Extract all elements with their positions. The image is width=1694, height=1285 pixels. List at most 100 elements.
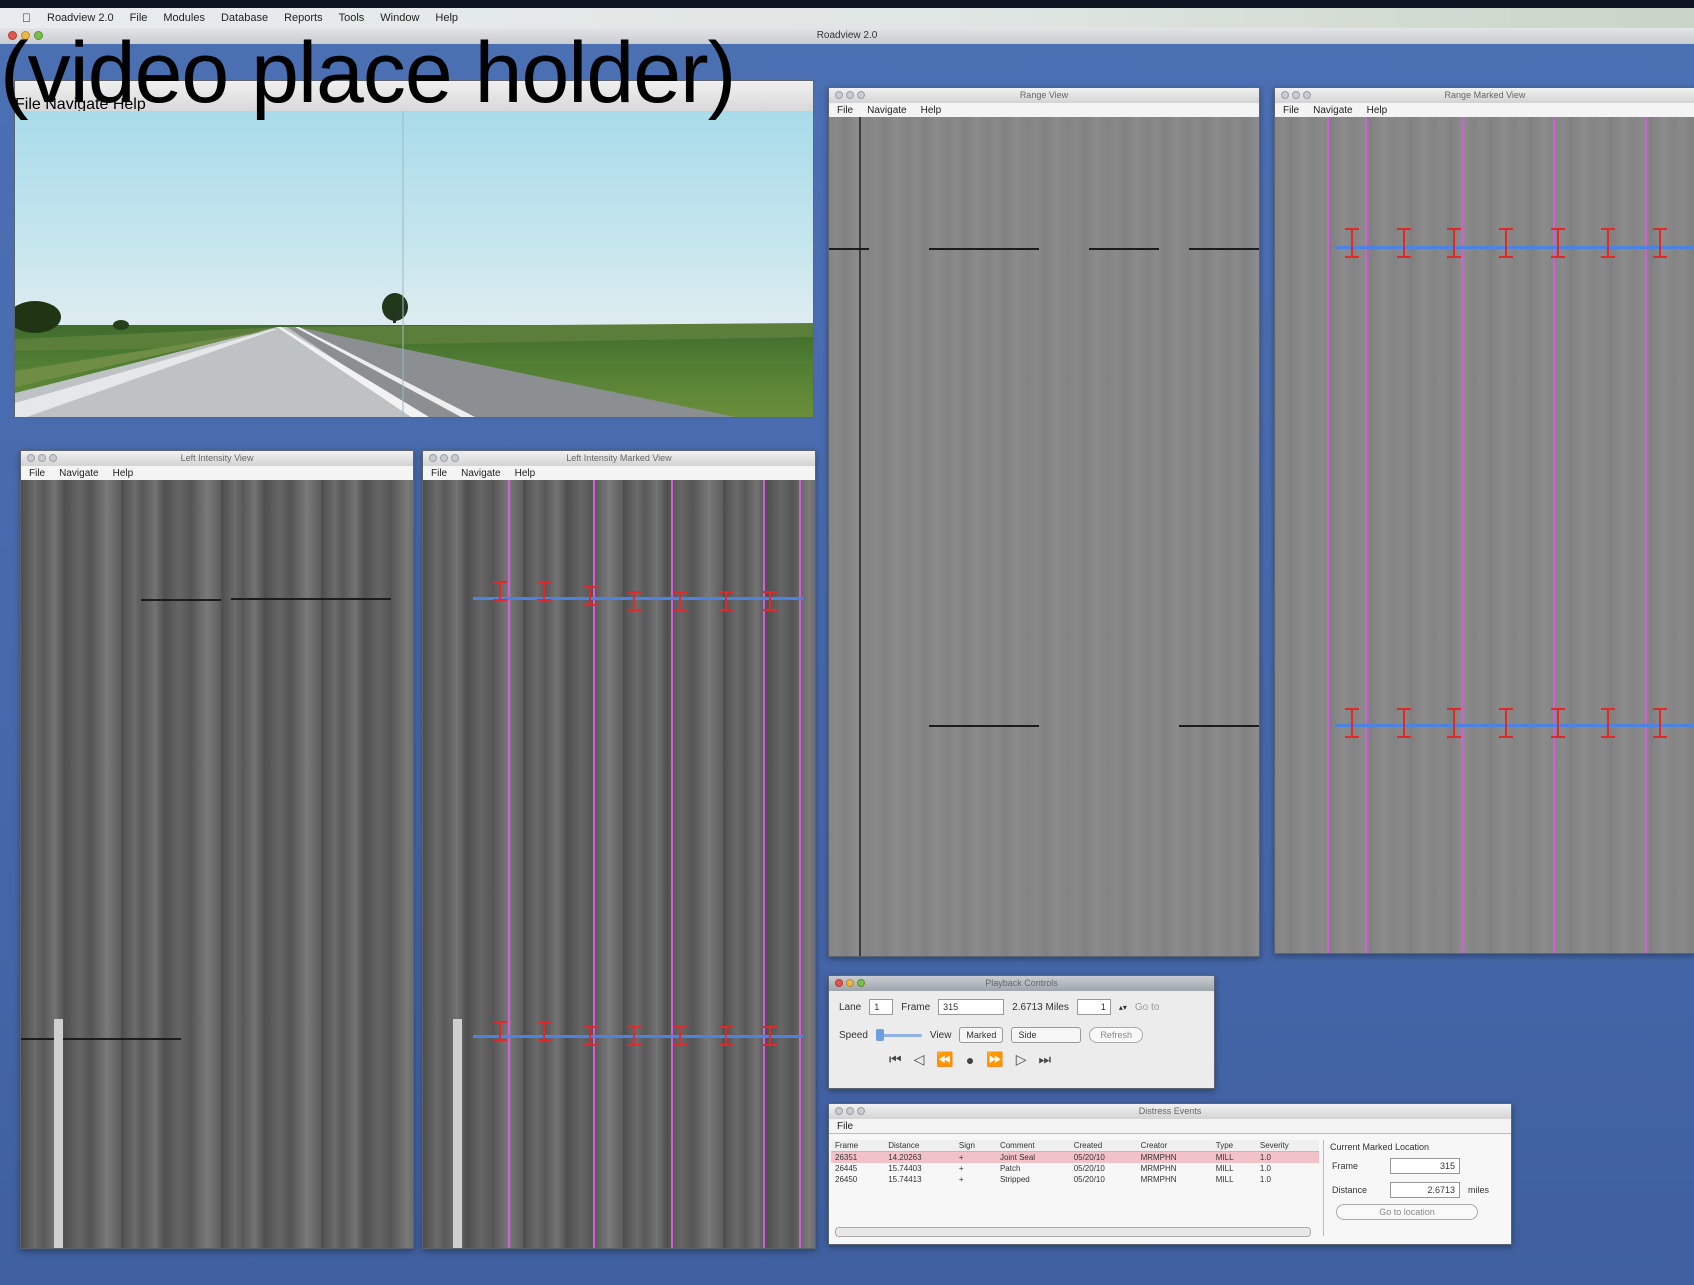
measure-line[interactable] [1335,724,1694,727]
minimize-button[interactable] [38,454,46,462]
crack-marker[interactable] [1447,228,1461,258]
crack-marker[interactable] [1551,228,1565,258]
crack-marker[interactable] [627,1026,641,1046]
col-severity[interactable]: Severity [1255,1140,1319,1152]
mark-line[interactable] [799,480,801,1248]
zoom-button[interactable] [857,91,865,99]
menu-file[interactable]: File [29,468,45,479]
step-back-icon[interactable]: ⏪ [936,1051,953,1068]
menu-help[interactable]: Help [435,12,458,24]
step-stepper-icon[interactable]: ▴▾ [1119,1003,1127,1012]
refresh-button[interactable]: Refresh [1089,1027,1143,1043]
crack-marker[interactable] [1345,228,1359,258]
view-popup[interactable]: Marked [959,1027,1004,1043]
menu-navigate[interactable]: Navigate [867,105,906,116]
menu-file[interactable]: File [130,12,148,24]
menu-database[interactable]: Database [221,12,268,24]
menu-file[interactable]: File [431,468,447,479]
go-to-location-button[interactable]: Go to location [1336,1204,1478,1220]
menu-app-name[interactable]: Roadview 2.0 [47,12,114,24]
left-intensity-image[interactable] [21,480,413,1248]
zoom-button[interactable] [451,454,459,462]
col-created[interactable]: Created [1069,1140,1137,1152]
mark-line[interactable] [508,480,510,1248]
menu-help[interactable]: Help [515,468,536,479]
menu-help[interactable]: Help [921,105,942,116]
crack-marker[interactable] [1653,708,1667,738]
side-popup[interactable]: Side [1011,1027,1082,1043]
goto-label[interactable]: Go to [1135,1002,1159,1013]
menu-navigate[interactable]: Navigate [461,468,500,479]
apple-icon[interactable]:  [22,11,31,25]
first-frame-icon[interactable]: ⏮ [889,1051,902,1068]
col-sign[interactable]: Sign [954,1140,996,1152]
menu-file[interactable]: File [837,1121,853,1132]
close-button[interactable] [835,91,843,99]
horizontal-scrollbar[interactable] [835,1227,1311,1237]
measure-line[interactable] [1335,246,1694,249]
zoom-button[interactable] [49,454,57,462]
mark-line[interactable] [1645,117,1647,953]
crack-marker[interactable] [583,586,597,606]
zoom-button[interactable] [857,1107,865,1115]
col-creator[interactable]: Creator [1136,1140,1212,1152]
close-button[interactable] [835,979,843,987]
minimize-button[interactable] [846,1107,854,1115]
minimize-button[interactable] [846,91,854,99]
table-row[interactable]: 26450 15.74413 + Stripped 05/20/10 MRMPH… [831,1174,1319,1185]
side-distance-field[interactable]: 2.6713 [1390,1182,1460,1198]
close-button[interactable] [27,454,35,462]
marked-intensity-image[interactable] [423,480,815,1248]
minimize-button[interactable] [846,979,854,987]
minimize-button[interactable] [440,454,448,462]
menu-help[interactable]: Help [1367,105,1388,116]
zoom-button[interactable] [857,979,865,987]
side-frame-field[interactable]: 315 [1390,1158,1460,1174]
last-frame-icon[interactable]: ⏭ [1039,1051,1052,1068]
crack-marker[interactable] [627,591,641,611]
crack-marker[interactable] [537,1021,551,1041]
crack-marker[interactable] [583,1026,597,1046]
col-frame[interactable]: Frame [831,1140,885,1152]
menu-file[interactable]: File [1283,105,1299,116]
mark-line[interactable] [1365,117,1367,953]
crack-marker[interactable] [673,1026,687,1046]
crack-marker[interactable] [1345,708,1359,738]
crack-marker[interactable] [763,1026,777,1046]
crack-marker[interactable] [1499,708,1513,738]
range-image[interactable] [829,117,1259,956]
step-field[interactable]: 1 [1076,999,1111,1015]
crack-marker[interactable] [1601,228,1615,258]
menu-modules[interactable]: Modules [163,12,205,24]
close-button[interactable] [835,1107,843,1115]
mark-line[interactable] [1461,117,1463,953]
play-icon[interactable]: ▷ [1016,1051,1027,1068]
menu-help[interactable]: Help [113,468,134,479]
crack-marker[interactable] [1653,228,1667,258]
mark-line[interactable] [1327,117,1329,953]
minimize-button[interactable] [1292,91,1300,99]
col-type[interactable]: Type [1211,1140,1256,1152]
crack-marker[interactable] [719,591,733,611]
speed-slider[interactable] [875,1028,922,1041]
crack-marker[interactable] [493,581,507,601]
close-button[interactable] [1281,91,1289,99]
menu-window[interactable]: Window [380,12,419,24]
menu-file[interactable]: File [837,105,853,116]
crack-marker[interactable] [1601,708,1615,738]
lane-field[interactable]: 1 [869,999,894,1015]
crack-marker[interactable] [493,1021,507,1041]
zoom-button[interactable] [1303,91,1311,99]
menu-tools[interactable]: Tools [339,12,365,24]
crack-marker[interactable] [537,581,551,601]
crack-marker[interactable] [1397,708,1411,738]
slider-knob[interactable] [875,1028,884,1041]
table-row[interactable]: 26445 15.74403 + Patch 05/20/10 MRMPHN M… [831,1163,1319,1174]
menu-navigate[interactable]: Navigate [1313,105,1352,116]
crack-marker[interactable] [1499,228,1513,258]
crack-marker[interactable] [1447,708,1461,738]
crack-marker[interactable] [673,591,687,611]
crack-marker[interactable] [719,1026,733,1046]
close-button[interactable] [429,454,437,462]
menu-reports[interactable]: Reports [284,12,323,24]
